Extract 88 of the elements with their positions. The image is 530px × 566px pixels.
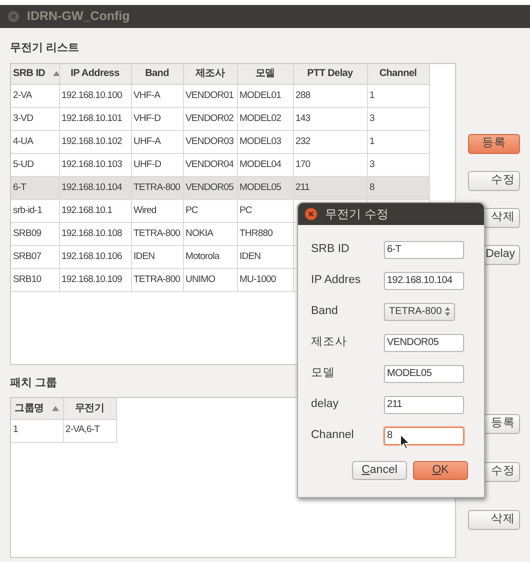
table-cell: 192.168.10.100 (59, 84, 131, 108)
column-header[interactable]: 무전기 (63, 398, 116, 419)
input-field[interactable]: 6-T (384, 240, 464, 258)
table-cell: IDEN (131, 246, 183, 268)
section-title: 무전기 리스트 (10, 41, 80, 56)
ok-button[interactable]: OK (413, 461, 468, 480)
field-label: 제조사 (311, 334, 348, 350)
table-cell: TETRA-800 (131, 222, 183, 246)
column-header[interactable]: SRB ID (11, 64, 59, 84)
table-cell: 4-UA (11, 130, 59, 154)
sort-arrow-icon (52, 406, 59, 411)
table-cell: TETRA-800 (131, 268, 183, 292)
table-cell: 192.168.10.102 (59, 130, 131, 154)
table-cell: IDEN (237, 246, 293, 268)
table-cell: VENDOR02 (183, 108, 237, 130)
table-cell: UNIMO (183, 268, 237, 292)
table-cell: Wired (131, 200, 183, 222)
field-label: IP Addres (311, 272, 362, 288)
table-cell: 3-VD (11, 108, 59, 130)
button[interactable]: 삭제 (468, 510, 520, 530)
table-cell: 192.168.10.101 (59, 108, 131, 130)
table-cell: 8 (367, 176, 429, 200)
column-header[interactable]: Channel (367, 64, 429, 84)
table-cell: 192.168.10.1 (59, 200, 131, 222)
table-cell: NOKIA (183, 222, 237, 246)
column-header[interactable]: IP Address (59, 64, 131, 84)
input-field[interactable]: MODEL05 (384, 364, 464, 382)
table-cell: 2-VA (11, 84, 59, 108)
column-header[interactable]: PTT Delay (293, 64, 367, 84)
table-cell: PC (237, 200, 293, 222)
button[interactable]: 등록 (468, 134, 520, 154)
table-cell: 1 (367, 84, 429, 108)
table-cell: 143 (293, 108, 367, 130)
input-field[interactable]: 211 (384, 396, 464, 414)
column-header[interactable]: Band (131, 64, 183, 84)
table-cell: UHF-A (131, 130, 183, 154)
sort-arrow-icon (53, 71, 58, 76)
table-cell: 211 (293, 176, 367, 200)
field-label: 모델 (311, 366, 336, 381)
cancel-button[interactable]: Cancel (352, 461, 407, 480)
field-label: Channel (311, 428, 355, 443)
table-cell: srb-id-1 (11, 200, 59, 222)
close-icon[interactable] (8, 11, 19, 22)
column-header[interactable]: 그룹명 (11, 398, 63, 419)
table-cell: SRB09 (11, 222, 59, 246)
column-header[interactable]: 모델 (237, 64, 293, 84)
table-cell: VENDOR03 (183, 130, 237, 154)
table-cell: THR880 (237, 222, 293, 246)
spin-box[interactable]: TETRA-800 (384, 302, 455, 320)
table-cell: Motorola (183, 246, 237, 268)
table-cell: 192.168.10.104 (59, 176, 131, 200)
table-cell: 2-VA,6-T (63, 419, 116, 442)
close-icon[interactable] (305, 208, 317, 220)
input-field[interactable]: 192.168.10.104 (384, 272, 464, 290)
table-cell: SRB07 (11, 246, 59, 268)
table-cell: 1 (11, 419, 63, 442)
table-cell: VHF-A (131, 84, 183, 108)
input-field[interactable]: VENDOR05 (384, 334, 464, 352)
table-cell: 288 (293, 84, 367, 108)
button[interactable]: 수정 (468, 171, 520, 191)
field-label: SRB ID (311, 242, 350, 257)
table-cell: MODEL03 (237, 130, 293, 154)
table-cell: 3 (367, 108, 429, 130)
dialog-title: 무전기 수정 (325, 206, 388, 223)
column-header[interactable]: 제조사 (183, 64, 237, 84)
table-cell: 6-T (11, 176, 59, 200)
table-cell: VENDOR05 (183, 176, 237, 200)
table-cell: 192.168.10.108 (59, 222, 131, 246)
table-cell: MU-1000 (237, 268, 293, 292)
window-title: IDRN-GW_Config (27, 8, 130, 26)
table-cell: 192.168.10.106 (59, 246, 131, 268)
table-cell: 192.168.10.109 (59, 268, 131, 292)
mouse-pointer-icon (400, 434, 410, 450)
table-cell: VHF-D (131, 108, 183, 130)
table-cell: MODEL02 (237, 108, 293, 130)
table-cell: 232 (293, 130, 367, 154)
input-field[interactable]: 8 (384, 426, 464, 444)
section-title: 패치 그룹 (10, 376, 58, 390)
field-label: Band (311, 304, 339, 319)
table-cell: VENDOR01 (183, 84, 237, 108)
field-label: delay (311, 396, 340, 412)
spin-arrows-icon[interactable] (445, 307, 450, 316)
table-cell: 1 (367, 130, 429, 154)
table-cell: SRB10 (11, 268, 59, 292)
table-cell: PC (183, 200, 237, 222)
table-cell: MODEL05 (237, 176, 293, 200)
table-cell: MODEL01 (237, 84, 293, 108)
table-cell: TETRA-800 (131, 176, 183, 200)
